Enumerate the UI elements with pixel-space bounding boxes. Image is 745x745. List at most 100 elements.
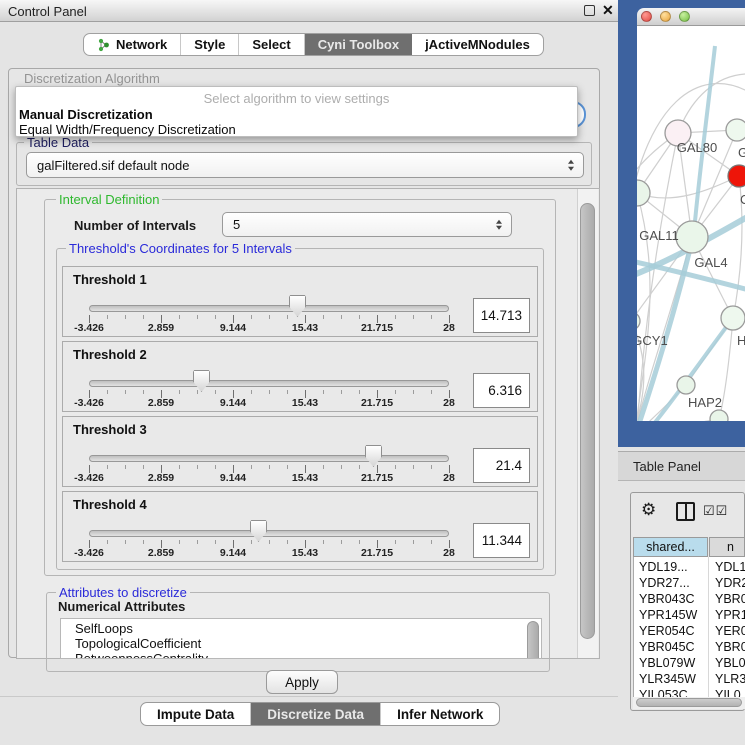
node-top-right[interactable] (726, 119, 745, 141)
gear-icon[interactable]: ⚙ (641, 500, 656, 520)
tick-label: -3.426 (74, 397, 104, 409)
tick-label: 9.144 (220, 472, 246, 484)
table-row[interactable]: YDL19... YDL1 (634, 559, 745, 575)
tick-label: 15.43 (292, 547, 318, 559)
threshold-3-slider[interactable] (89, 455, 449, 462)
table-row[interactable]: YER054C YER0 (634, 623, 745, 639)
cell-shared-name: YBR043C (639, 592, 695, 606)
tab-cyni-toolbox-label: Cyni Toolbox (318, 37, 399, 52)
checkbox-icons[interactable]: ☑☑ (703, 503, 728, 519)
threshold-2-box: Threshold 2 -3.426 2.859 9.144 15.43 21.… (62, 341, 538, 412)
table-scrollbar-thumb[interactable] (636, 698, 742, 707)
tab-network[interactable]: Network (84, 34, 181, 55)
tab-style-label: Style (194, 37, 225, 52)
table-row[interactable]: YLR345W YLR3 (634, 671, 745, 687)
tick-label: 28 (443, 322, 455, 334)
tab-impute-data[interactable]: Impute Data (141, 703, 251, 725)
threshold-2-value-field[interactable] (473, 373, 530, 408)
table-data-combobox[interactable]: galFiltered.sif default node (26, 152, 584, 178)
tick-label: 2.859 (148, 322, 174, 334)
tab-cyni-toolbox[interactable]: Cyni Toolbox (305, 34, 412, 55)
column-header-name[interactable]: n (709, 537, 745, 557)
node-hap2[interactable] (677, 376, 695, 394)
column-header-shared-name[interactable]: shared... (633, 537, 708, 557)
apply-button[interactable]: Apply (266, 670, 338, 694)
algorithm-dropdown-popup: Select algorithm to view settings Manual… (15, 86, 578, 137)
threshold-3-box: Threshold 3 -3.426 2.859 9.144 15.43 21.… (62, 416, 538, 487)
cell-shared-name: YER054C (639, 624, 695, 638)
tick-label: 28 (443, 397, 455, 409)
threshold-2-slider-thumb[interactable] (193, 370, 210, 392)
close-icon[interactable]: ✕ (602, 2, 614, 19)
dropdown-option-manual[interactable]: Manual Discretization (19, 107, 153, 122)
table-horizontal-scrollbar[interactable] (633, 697, 745, 709)
node-gal4[interactable] (676, 221, 708, 253)
table-row[interactable]: YPR145W YPR1 (634, 607, 745, 623)
num-intervals-combobox[interactable]: 5 (222, 212, 512, 237)
tab-select-label: Select (252, 37, 290, 52)
table-row[interactable]: YBR043C YBR0 (634, 591, 745, 607)
control-panel-titlebar (0, 0, 618, 22)
minimize-button[interactable] (660, 11, 671, 22)
float-window-icon[interactable] (584, 5, 595, 16)
tick-label: 15.43 (292, 322, 318, 334)
zoom-button[interactable] (679, 11, 690, 22)
table-panel-title: Table Panel (633, 459, 701, 474)
settings-scrollbar-thumb[interactable] (580, 203, 595, 639)
screen: Control Panel ✕ Network Style Select Cyn… (0, 0, 745, 745)
network-window-titlebar[interactable] (637, 8, 745, 26)
network-graph (637, 26, 745, 421)
node-table[interactable]: YDL19... YDL1 YDR27... YDR2 YBR043C YBR0… (633, 557, 745, 697)
tab-jactivemnodules[interactable]: jActiveMNodules (412, 34, 543, 55)
tab-style[interactable]: Style (181, 34, 239, 55)
tab-network-label: Network (116, 37, 167, 52)
dropdown-placeholder: Select algorithm to view settings (16, 91, 577, 106)
node-label-gal11: GAL11 (639, 228, 679, 243)
network-canvas[interactable]: GAL80 GAL11 GAL4 GCY1 HAP2 GA C H (637, 26, 745, 421)
threshold-2-slider[interactable] (89, 380, 449, 387)
settings-vertical-scrollbar[interactable] (577, 189, 598, 658)
top-tabbar: Network Style Select Cyni Toolbox jActiv… (83, 33, 544, 56)
dropdown-option-equal-width[interactable]: Equal Width/Frequency Discretization (19, 122, 236, 137)
table-row[interactable]: YBR045C YBR0 (634, 639, 745, 655)
attributes-scrollbar-thumb[interactable] (527, 621, 539, 659)
list-item[interactable]: BetweennessCentrality (75, 651, 208, 659)
attributes-group-label: Attributes to discretize (56, 585, 190, 600)
threshold-1-value-field[interactable] (473, 298, 530, 333)
node-gcy1[interactable] (637, 312, 640, 330)
table-row[interactable]: YBL079W YBL0 (634, 655, 745, 671)
tab-select[interactable]: Select (239, 34, 304, 55)
table-row[interactable]: YIL053C YIL0 (634, 687, 745, 697)
node-label-gal4: GAL4 (694, 255, 727, 270)
close-button[interactable] (641, 11, 652, 22)
thresholds-group-label: Threshold's Coordinates for 5 Intervals (66, 241, 295, 256)
numerical-attributes-list[interactable]: SelfLoops TopologicalCoefficient Between… (60, 618, 542, 659)
threshold-4-slider[interactable] (89, 530, 449, 537)
tab-discretize-data[interactable]: Discretize Data (251, 703, 381, 725)
cell-shared-name: YIL053C (639, 688, 688, 697)
tick-label: 21.715 (361, 472, 393, 484)
tab-infer-network[interactable]: Infer Network (381, 703, 499, 725)
node-bottom[interactable] (710, 410, 728, 421)
list-item[interactable]: TopologicalCoefficient (75, 636, 201, 651)
cell-shared-name: YDL19... (639, 560, 688, 574)
list-item[interactable]: SelfLoops (75, 621, 133, 636)
tick-label: 21.715 (361, 322, 393, 334)
threshold-2-ticks (89, 390, 450, 398)
split-columns-icon[interactable] (676, 502, 695, 521)
node-right[interactable] (721, 306, 745, 330)
threshold-1-slider-thumb[interactable] (289, 295, 306, 317)
tick-label: 9.144 (220, 547, 246, 559)
tick-label: 9.144 (220, 322, 246, 334)
tick-label: 9.144 (220, 397, 246, 409)
threshold-3-value-field[interactable] (473, 448, 530, 483)
threshold-4-value-field[interactable] (473, 523, 530, 558)
threshold-4-slider-thumb[interactable] (250, 520, 267, 542)
threshold-4-ticks (89, 540, 450, 548)
table-row[interactable]: YDR27... YDR2 (634, 575, 745, 591)
node-red-highlighted[interactable] (728, 165, 745, 187)
cell-name: YER0 (715, 624, 745, 638)
combo-stepper-icon (496, 219, 502, 230)
threshold-3-slider-thumb[interactable] (365, 445, 382, 467)
threshold-1-slider[interactable] (89, 305, 449, 312)
